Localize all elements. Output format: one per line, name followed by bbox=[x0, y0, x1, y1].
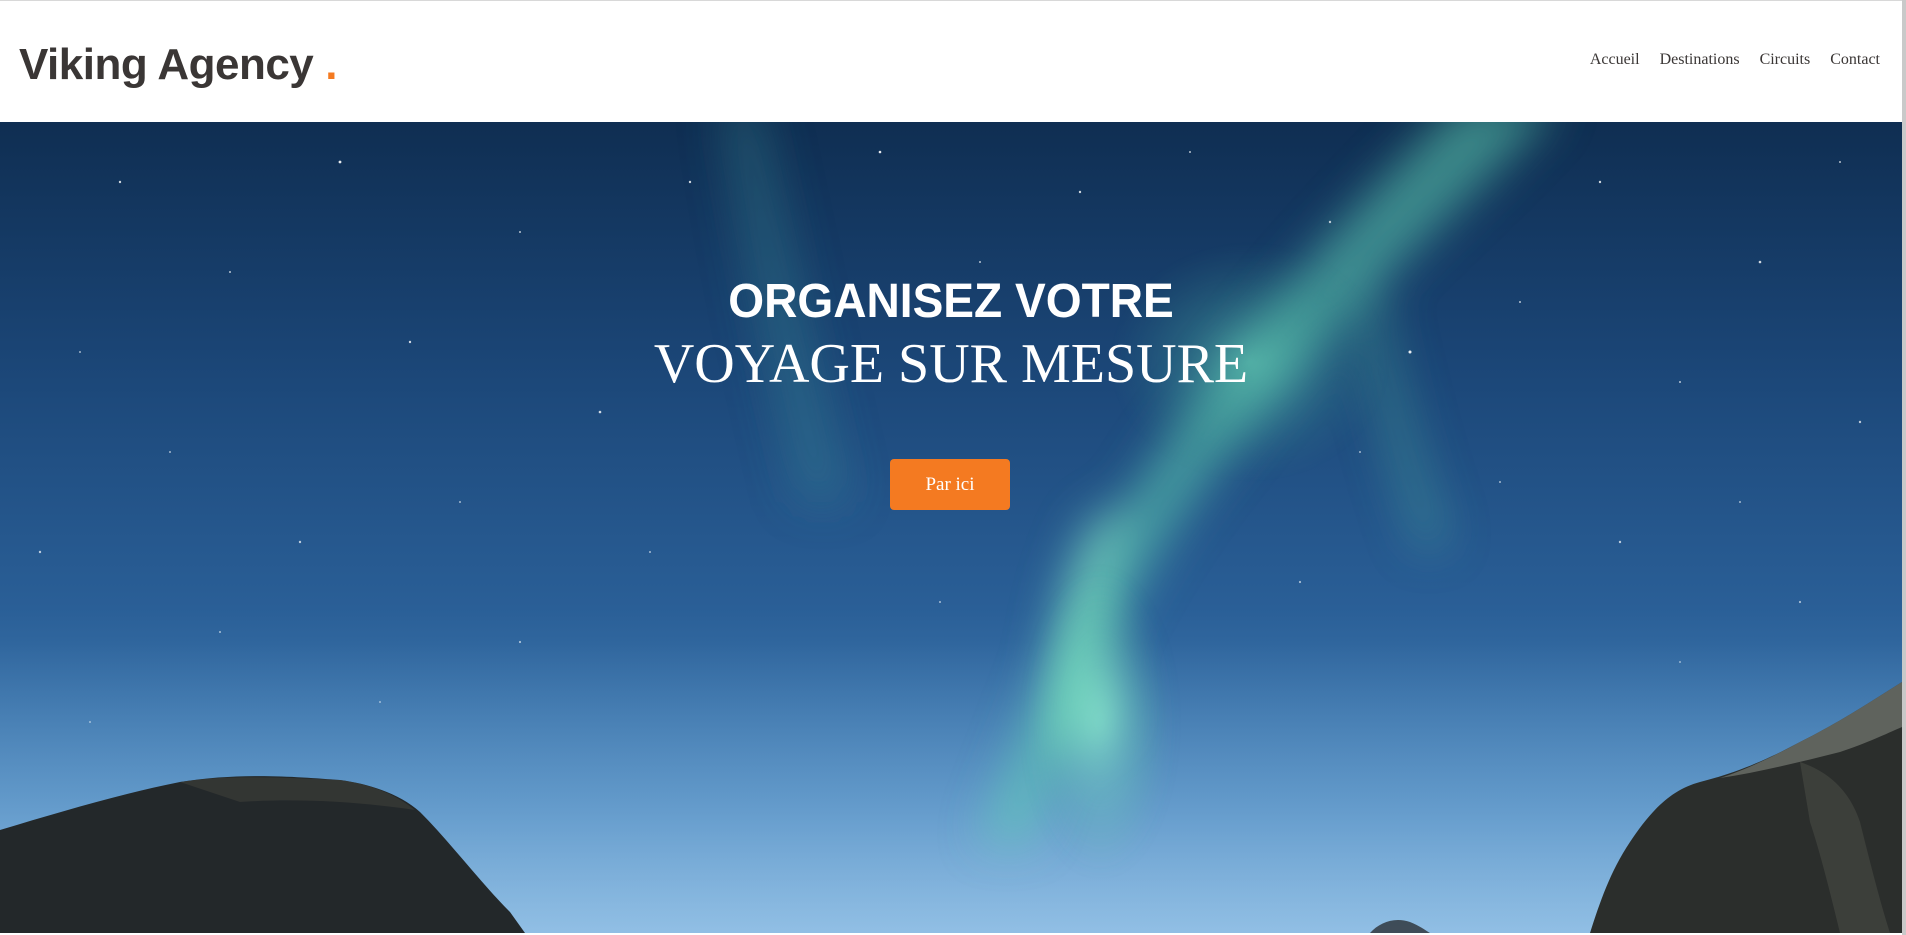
page-scrollbar[interactable] bbox=[1902, 0, 1906, 935]
hero-heading: ORGANISEZ VOTRE VOYAGE SUR MESURE bbox=[0, 272, 1902, 398]
nav-link-circuits[interactable]: Circuits bbox=[1760, 51, 1811, 69]
hero-section: ORGANISEZ VOTRE VOYAGE SUR MESURE Par ic… bbox=[0, 122, 1902, 933]
brand-dot: . bbox=[325, 40, 337, 89]
nav-link-contact[interactable]: Contact bbox=[1830, 51, 1880, 69]
page: Viking Agency. Accueil Destinations Circ… bbox=[0, 0, 1906, 935]
site-header: Viking Agency. Accueil Destinations Circ… bbox=[0, 0, 1902, 122]
hero-title-line1: ORGANISEZ VOTRE bbox=[728, 275, 1174, 328]
stars bbox=[38, 150, 1862, 723]
hero-background-image bbox=[0, 122, 1902, 933]
brand-logo[interactable]: Viking Agency. bbox=[19, 35, 337, 95]
par-ici-button[interactable]: Par ici bbox=[890, 459, 1010, 510]
main-nav: Accueil Destinations Circuits Contact bbox=[1590, 51, 1880, 69]
hero-title-line2: VOYAGE SUR MESURE bbox=[653, 333, 1249, 395]
brand-name: Viking Agency bbox=[19, 40, 314, 89]
nav-link-destinations[interactable]: Destinations bbox=[1660, 51, 1740, 69]
nav-link-accueil[interactable]: Accueil bbox=[1590, 51, 1640, 69]
